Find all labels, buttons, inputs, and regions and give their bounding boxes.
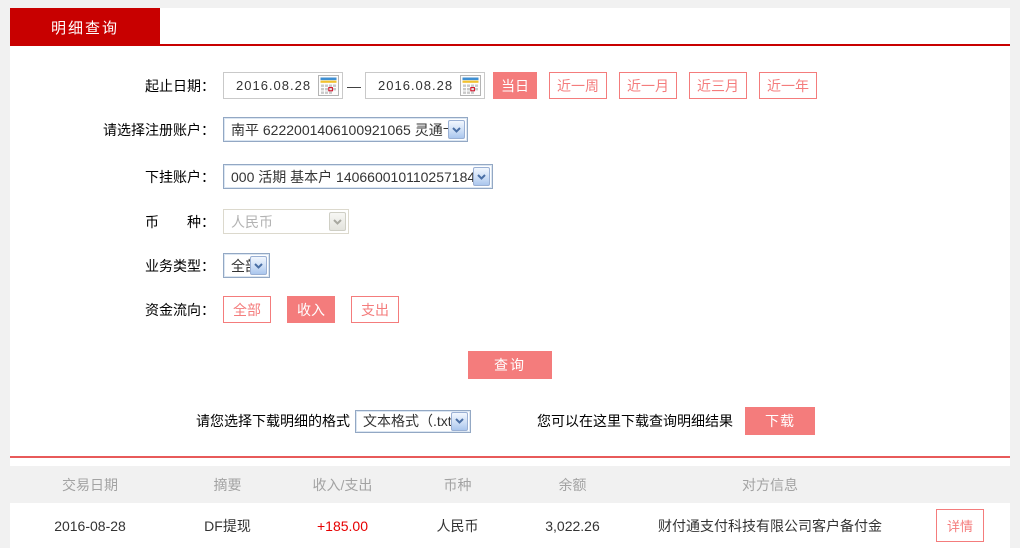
detail-button[interactable]: 详情 — [935, 509, 984, 542]
chevron-down-icon — [451, 411, 468, 431]
date-range-row: 起止日期： 2016.08.28 — 2016.08.28 当日 近一周 近一月… — [10, 72, 1010, 99]
business-type-label: 业务类型： — [145, 257, 215, 274]
fund-flow-label: 资金流向： — [145, 301, 215, 318]
range-month-button[interactable]: 近一月 — [619, 72, 677, 99]
chevron-down-icon — [329, 212, 346, 231]
col-header-counterparty: 对方信息 — [742, 476, 798, 493]
section-divider — [10, 456, 1010, 458]
detail-query-panel: 明细查询 起止日期： 2016.08.28 — 2016.08.28 当日 近一… — [10, 8, 1010, 548]
fund-flow-row: 资金流向： 全部 收入 支出 — [10, 296, 1010, 323]
download-row: 请您选择下载明细的格式 文本格式（.txt） 您可以在这里下载查询明细结果 下载 — [196, 407, 1010, 435]
col-header-balance: 余额 — [558, 476, 587, 493]
cell-counterparty: 财付通支付科技有限公司客户备付金 — [658, 517, 882, 534]
currency-label: 币 种： — [145, 213, 215, 230]
calendar-icon[interactable] — [318, 75, 339, 96]
date-to-input[interactable]: 2016.08.28 — [365, 72, 485, 99]
range-today-button[interactable]: 当日 — [493, 72, 537, 99]
cell-amount: +185.00 — [317, 517, 368, 534]
col-header-date: 交易日期 — [62, 476, 118, 493]
cell-transaction-date: 2016-08-28 — [54, 517, 126, 534]
date-range-label: 起止日期： — [145, 77, 215, 94]
download-hint: 您可以在这里下载查询明细结果 — [537, 413, 733, 429]
query-button-row: 查询 — [10, 351, 1010, 379]
download-format-value: 文本格式（.txt） — [363, 413, 451, 429]
date-from-input[interactable]: 2016.08.28 — [223, 72, 343, 99]
chevron-down-icon — [473, 167, 490, 186]
cell-currency: 人民币 — [436, 517, 479, 534]
fund-flow-income-button[interactable]: 收入 — [287, 296, 335, 323]
range-week-button[interactable]: 近一周 — [549, 72, 607, 99]
register-account-select[interactable]: 南平 6222001406100921065 灵通卡 — [223, 117, 468, 142]
download-format-label: 请您选择下载明细的格式 — [196, 413, 350, 429]
col-header-amount: 收入/支出 — [312, 476, 373, 493]
register-account-value: 南平 6222001406100921065 灵通卡 — [231, 121, 448, 138]
currency-select: 人民币 — [223, 209, 349, 234]
business-type-value: 全部 — [231, 257, 250, 274]
range-quarter-button[interactable]: 近三月 — [689, 72, 747, 99]
date-from-value: 2016.08.28 — [236, 78, 312, 93]
business-type-select[interactable]: 全部 — [223, 253, 270, 278]
currency-row: 币 种： 人民币 — [10, 208, 1010, 235]
chevron-down-icon — [448, 120, 465, 139]
chevron-down-icon — [250, 256, 267, 275]
table-row: 2016-08-28 DF提现 +185.00 人民币 3,022.26 财付通… — [10, 503, 1010, 548]
sub-account-select[interactable]: 000 活期 基本户 1406600101102571848 — [223, 164, 493, 189]
cell-summary: DF提现 — [204, 517, 251, 534]
sub-account-label: 下挂账户： — [145, 168, 215, 185]
tab-bar: 明细查询 — [10, 8, 1010, 46]
register-account-label: 请选择注册账户： — [103, 121, 215, 138]
download-format-select[interactable]: 文本格式（.txt） — [355, 409, 471, 433]
cell-action: 详情 — [910, 509, 1010, 542]
date-to-value: 2016.08.28 — [378, 78, 454, 93]
sub-account-row: 下挂账户： 000 活期 基本户 1406600101102571848 — [10, 163, 1010, 190]
fund-flow-all-button[interactable]: 全部 — [223, 296, 271, 323]
download-button[interactable]: 下载 — [745, 407, 815, 435]
query-form: 起止日期： 2016.08.28 — 2016.08.28 当日 近一周 近一月… — [10, 46, 1010, 435]
fund-flow-expense-button[interactable]: 支出 — [351, 296, 399, 323]
calendar-icon[interactable] — [460, 75, 481, 96]
date-range-separator: — — [347, 77, 361, 94]
cell-balance: 3,022.26 — [545, 517, 600, 534]
tab-detail-query[interactable]: 明细查询 — [10, 8, 160, 46]
range-year-button[interactable]: 近一年 — [759, 72, 817, 99]
query-button[interactable]: 查询 — [468, 351, 552, 379]
table-header: 交易日期 摘要 收入/支出 币种 余额 对方信息 — [10, 466, 1010, 503]
col-header-currency: 币种 — [443, 476, 472, 493]
col-header-summary: 摘要 — [213, 476, 242, 493]
business-type-row: 业务类型： 全部 — [10, 252, 1010, 279]
register-account-row: 请选择注册账户： 南平 6222001406100921065 灵通卡 — [10, 116, 1010, 143]
currency-value: 人民币 — [231, 213, 273, 230]
sub-account-value: 000 活期 基本户 1406600101102571848 — [231, 168, 473, 185]
